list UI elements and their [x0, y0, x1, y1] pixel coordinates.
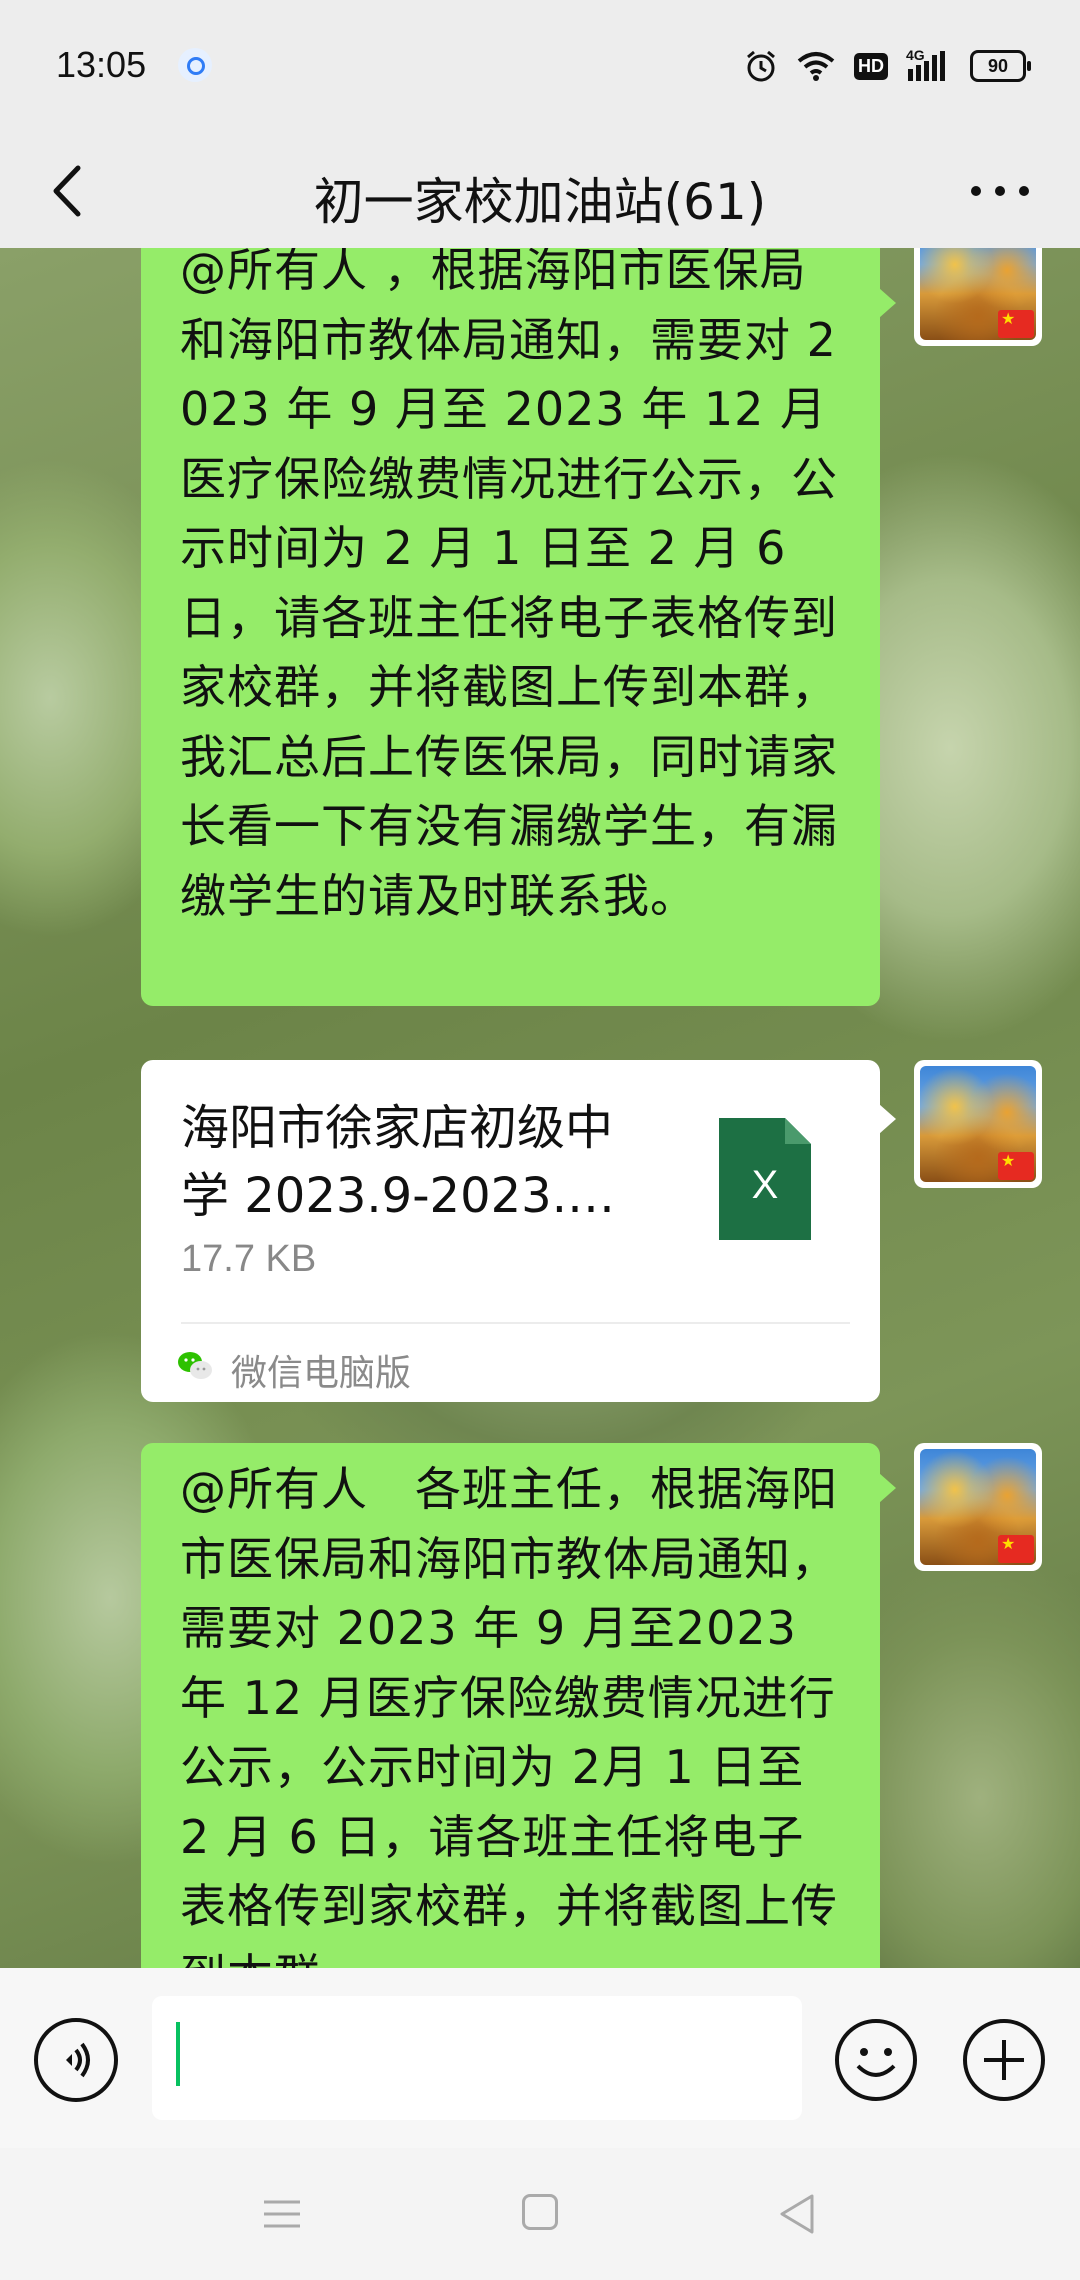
- chat-title: 初一家校加油站(61): [313, 173, 767, 231]
- hd-icon: HD: [854, 52, 888, 80]
- flag-badge-icon: [998, 1152, 1034, 1180]
- file-size: 17.7 KB: [181, 1238, 317, 1280]
- voice-input-button[interactable]: [34, 2018, 118, 2102]
- message-input[interactable]: [152, 1996, 802, 2120]
- file-source-label: 微信电脑版: [231, 1353, 412, 1394]
- system-nav-bar: [0, 2148, 1080, 2280]
- battery-icon: 90: [970, 50, 1031, 82]
- cellular-signal-icon: 4G: [906, 47, 952, 83]
- emoji-button[interactable]: [834, 2018, 918, 2102]
- avatar[interactable]: [914, 1443, 1042, 1571]
- excel-file-letter: X: [752, 1163, 779, 1207]
- flag-badge-icon: [998, 310, 1034, 338]
- voice-icon: [66, 2042, 90, 2078]
- divider: [181, 1322, 850, 1324]
- nav-menu-button[interactable]: [262, 2196, 302, 2232]
- more-options-button[interactable]: [960, 156, 1040, 226]
- avatar[interactable]: [914, 248, 1042, 346]
- message-bubble[interactable]: @所有人 ，根据海阳市医保局和海阳市教体局通知，需要对 2023 年 9 月至 …: [141, 248, 896, 1006]
- excel-file-icon: X: [719, 1118, 811, 1240]
- status-bar: 13:05 HD 4G 90: [0, 0, 1080, 132]
- add-more-button[interactable]: [962, 2018, 1046, 2102]
- flag-badge-icon: [998, 1535, 1034, 1563]
- alarm-icon: [747, 50, 775, 82]
- avatar[interactable]: [914, 1060, 1042, 1188]
- wifi-icon: [797, 52, 835, 81]
- nav-home-button[interactable]: [522, 2194, 558, 2230]
- wechat-icon: [178, 1352, 212, 1379]
- text-cursor: [176, 2022, 180, 2086]
- file-message-card[interactable]: 海阳市徐家店初级中学 2023.9-2023.… 17.7 KB X 微信电脑版: [141, 1060, 896, 1402]
- nav-back-button[interactable]: [776, 2192, 816, 2236]
- notification-app-icon: [178, 48, 212, 82]
- status-icons: HD 4G 90: [744, 46, 1031, 86]
- chat-messages[interactable]: @所有人 ，根据海阳市医保局和海阳市教体局通知，需要对 2023 年 9 月至 …: [0, 248, 1080, 1968]
- chat-header: 初一家校加油站(61): [0, 132, 1080, 248]
- file-name: 海阳市徐家店初级中学 2023.9-2023.…: [181, 1100, 615, 1224]
- input-bar: [0, 1968, 1080, 2148]
- message-bubble[interactable]: @所有人 各班主任，根据海阳市医保局和海阳市教体局通知，需要对 2023 年 9…: [141, 1443, 896, 1968]
- status-time: 13:05: [56, 44, 147, 85]
